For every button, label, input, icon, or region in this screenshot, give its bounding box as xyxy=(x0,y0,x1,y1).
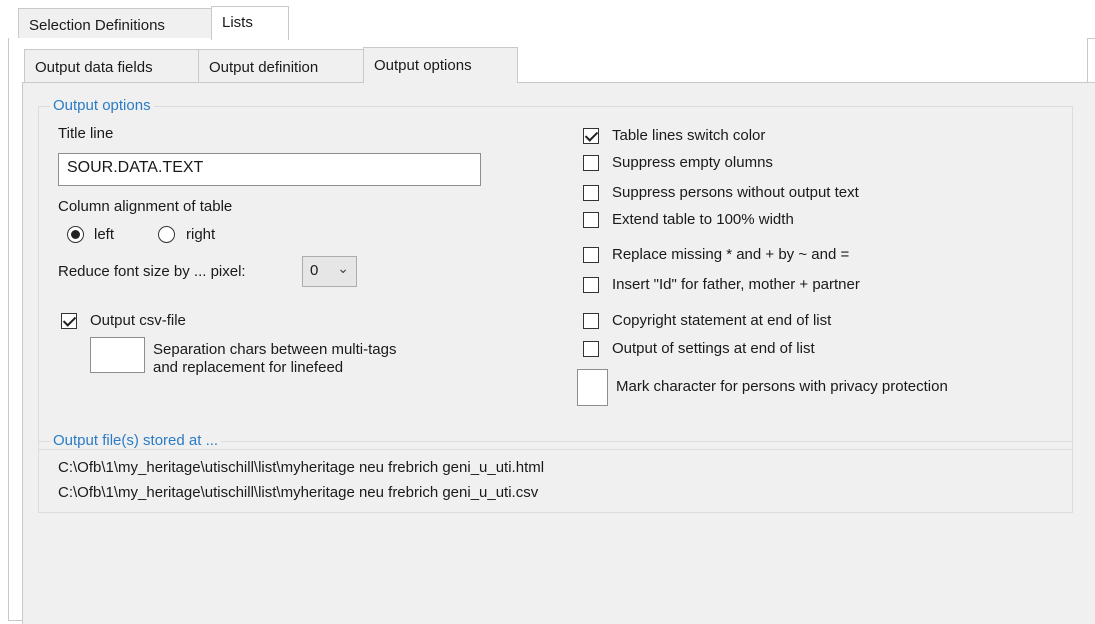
mark-character-input[interactable] xyxy=(577,369,608,406)
output-csv-checkbox[interactable] xyxy=(61,313,77,329)
table-lines-label: Table lines switch color xyxy=(612,127,766,144)
align-right-label: right xyxy=(186,226,216,243)
insert-id-checkbox[interactable] xyxy=(583,277,599,293)
separation-chars-input[interactable] xyxy=(90,337,145,373)
align-right-radio[interactable] xyxy=(158,226,175,243)
tab-output-options[interactable]: Output options xyxy=(363,47,518,83)
replace-missing-checkbox[interactable] xyxy=(583,247,599,263)
suppress-empty-label: Suppress empty olumns xyxy=(612,154,773,171)
insert-id-label: Insert "Id" for father, mother + partner xyxy=(612,276,860,293)
suppress-empty-checkbox[interactable] xyxy=(583,155,599,171)
separation-chars-label-2: and replacement for linefeed xyxy=(153,359,344,376)
title-line-input[interactable]: SOUR.DATA.TEXT xyxy=(58,153,481,186)
tab-lists[interactable]: Lists xyxy=(211,6,289,40)
output-file-path-html: C:\Ofb\1\my_heritage\utischill\list\myhe… xyxy=(58,459,545,476)
extend-table-checkbox[interactable] xyxy=(583,212,599,228)
extend-table-label: Extend table to 100% width xyxy=(612,211,794,228)
output-options-legend: Output options xyxy=(50,97,154,114)
output-files-group xyxy=(38,441,1073,513)
tab-output-definition[interactable]: Output definition xyxy=(198,49,364,82)
output-file-path-csv: C:\Ofb\1\my_heritage\utischill\list\myhe… xyxy=(58,484,539,501)
chevron-down-icon: ⌄ xyxy=(337,260,349,276)
align-left-label: left xyxy=(94,226,115,243)
separation-chars-label-1: Separation chars between multi-tags xyxy=(153,341,397,358)
settings-label: Output of settings at end of list xyxy=(612,340,815,357)
output-csv-label: Output csv-file xyxy=(90,312,186,329)
tab-selection-definitions[interactable]: Selection Definitions xyxy=(18,8,212,39)
column-alignment-label: Column alignment of table xyxy=(58,198,233,215)
mark-character-label: Mark character for persons with privacy … xyxy=(616,378,948,395)
tab-output-data-fields[interactable]: Output data fields xyxy=(24,49,199,82)
suppress-persons-label: Suppress persons without output text xyxy=(612,184,859,201)
table-lines-checkbox[interactable] xyxy=(583,128,599,144)
title-line-label: Title line xyxy=(58,125,114,142)
reduce-font-select[interactable]: 0 ⌄ xyxy=(302,256,357,287)
reduce-font-label: Reduce font size by ... pixel: xyxy=(58,263,246,280)
suppress-persons-checkbox[interactable] xyxy=(583,185,599,201)
settings-checkbox[interactable] xyxy=(583,341,599,357)
replace-missing-label: Replace missing * and + by ~ and = xyxy=(612,246,850,263)
copyright-checkbox[interactable] xyxy=(583,313,599,329)
align-left-radio[interactable] xyxy=(67,226,84,243)
copyright-label: Copyright statement at end of list xyxy=(612,312,832,329)
output-files-legend: Output file(s) stored at ... xyxy=(50,432,222,449)
reduce-font-value: 0 xyxy=(310,262,319,279)
